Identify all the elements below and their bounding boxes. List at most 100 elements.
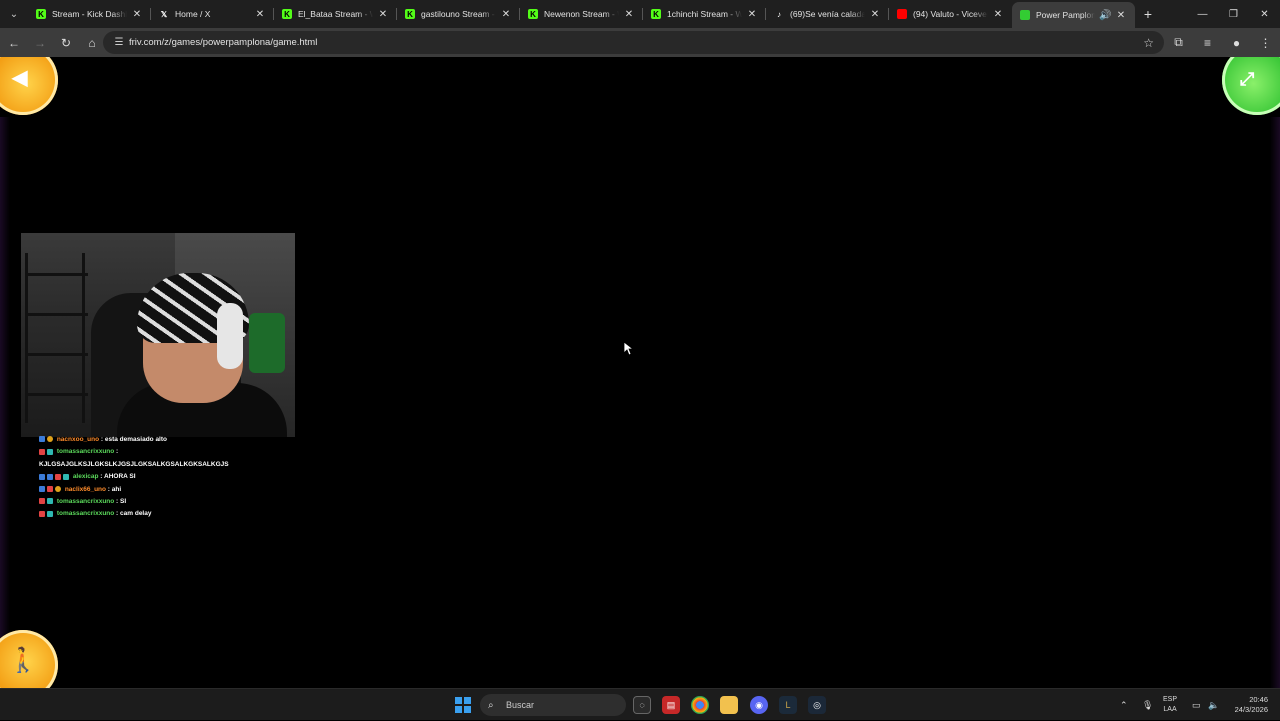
game-canvas[interactable]: ◀ ⤢ 🚶 nacnxoo_uno : esta demasiado alto … xyxy=(0,57,1280,688)
clock-time: 20:46 xyxy=(1249,695,1268,704)
close-icon[interactable]: ✕ xyxy=(500,9,512,20)
clock[interactable]: 20:46 24/3/2026 xyxy=(1224,695,1268,715)
badge-icon xyxy=(39,485,45,492)
badge-icon xyxy=(47,473,53,480)
close-icon[interactable]: ✕ xyxy=(746,9,758,20)
chat-text: AHORA SI xyxy=(104,473,136,481)
steam-icon[interactable]: ◎ xyxy=(808,696,826,714)
close-icon[interactable]: ✕ xyxy=(992,9,1004,20)
chat-text: ahi xyxy=(111,485,122,493)
cam-green-object xyxy=(249,313,285,373)
extensions-icon[interactable]: ⧉ xyxy=(1164,35,1193,50)
kick-icon: K xyxy=(405,9,415,19)
tab-title: (69)Se venía calada s xyxy=(790,9,865,19)
youtube-icon xyxy=(897,9,907,19)
close-icon[interactable]: ✕ xyxy=(131,9,143,20)
game-fullscreen-button[interactable]: ⤢ xyxy=(1222,57,1280,115)
league-icon[interactable]: L xyxy=(779,696,797,714)
tab-newenon[interactable]: K Newenon Stream - W ✕ xyxy=(520,0,643,28)
profile-icon[interactable]: ● xyxy=(1222,36,1251,50)
microphone-icon[interactable]: 🎙 xyxy=(1142,689,1153,721)
discord-icon[interactable]: ◉ xyxy=(750,696,768,714)
site-info-icon[interactable]: ☰ xyxy=(109,37,129,48)
language-indicator[interactable]: ESP LAA xyxy=(1163,695,1177,715)
restore-icon[interactable]: ❐ xyxy=(1218,0,1249,28)
tab-tiktok[interactable]: ♪ (69)Se venía calada s ✕ xyxy=(766,0,889,28)
tab-title: 1chinchi Stream - Wa xyxy=(667,9,742,19)
tab-title: gastilouno Stream - W xyxy=(421,9,496,19)
tab-gastilouno[interactable]: K gastilouno Stream - W ✕ xyxy=(397,0,520,28)
chat-message: KJLGSAJGLKSJLGKSLKJGSJLGKSALKGSALKGKSALK… xyxy=(39,459,299,471)
game-walkthrough-button[interactable]: 🚶 xyxy=(0,630,58,688)
chrome-icon[interactable] xyxy=(691,696,709,714)
kick-icon: K xyxy=(282,9,292,19)
speaker-icon[interactable]: 🔊 xyxy=(1099,10,1111,21)
search-placeholder: Buscar xyxy=(506,700,535,710)
chat-message: tomassancrixxuno : SI xyxy=(39,496,299,508)
search-icon: ⌕ xyxy=(488,699,494,711)
close-icon[interactable]: ✕ xyxy=(377,9,389,20)
network-icon[interactable]: ▭ xyxy=(1192,689,1201,721)
reading-list-icon[interactable]: ≡ xyxy=(1193,36,1222,50)
close-icon[interactable]: ✕ xyxy=(623,9,635,20)
menu-icon[interactable]: ⋮ xyxy=(1251,36,1280,50)
address-bar[interactable]: ☰ friv.com/z/games/powerpamplona/game.ht… xyxy=(103,31,1164,54)
tab-kick-dashboard[interactable]: K Stream - Kick Dashbo ✕ xyxy=(28,0,151,28)
tab-search-button[interactable]: ⌄ xyxy=(0,0,28,28)
left-edge-decoration xyxy=(0,117,10,688)
toolbar-right-icons: ⧉ ≡ ● ⋮ xyxy=(1164,28,1280,57)
tab-x-home[interactable]: 𝕏 Home / X ✕ xyxy=(151,0,274,28)
tab-youtube[interactable]: (94) Valuto - Vicevers ✕ xyxy=(889,0,1012,28)
badge-icon xyxy=(47,485,53,492)
chat-text: cam delay xyxy=(120,510,152,518)
arrow-left-icon: ◀ xyxy=(12,67,28,89)
chat-message: tomassancrixxuno : xyxy=(39,446,299,458)
kick-icon: K xyxy=(651,9,661,19)
cam-headset xyxy=(217,303,243,369)
tab-el-bataa[interactable]: K El_Bataa Stream - Wa ✕ xyxy=(274,0,397,28)
new-tab-button[interactable]: + xyxy=(1135,0,1161,28)
forward-button[interactable]: → xyxy=(28,31,52,55)
chat-username: tomassancrixxuno xyxy=(56,510,115,518)
chat-message: nacnxoo_uno : esta demasiado alto xyxy=(39,434,299,446)
tab-title: Stream - Kick Dashbo xyxy=(52,9,127,19)
reload-button[interactable]: ↻ xyxy=(54,31,78,55)
chat-text: KJLGSAJGLKSJLGKSLKJGSJLGKSALKGSALKGKSALK… xyxy=(39,460,229,468)
close-icon[interactable]: ✕ xyxy=(254,9,266,20)
chat-message: alexicap : AHORA SI xyxy=(39,471,299,483)
chat-username: tomassancrixxuno xyxy=(56,498,115,506)
windows-start-icon[interactable] xyxy=(455,697,471,713)
chat-username: alexicap xyxy=(72,473,99,481)
game-back-button[interactable]: ◀ xyxy=(0,57,58,115)
chat-username: tomassancrixxuno xyxy=(56,448,115,456)
taskbar-search[interactable]: ⌕ Buscar xyxy=(480,694,626,716)
bookmark-star-icon[interactable]: ☆ xyxy=(1143,36,1154,50)
close-icon[interactable]: ✕ xyxy=(1115,10,1127,21)
tab-power-pamplona[interactable]: Power Pamplona 🔊 ✕ xyxy=(1012,2,1135,28)
home-button[interactable]: ⌂ xyxy=(80,31,104,55)
tiktok-icon: ♪ xyxy=(777,9,781,19)
news-app-icon[interactable]: ▤ xyxy=(662,696,680,714)
file-explorer-icon[interactable] xyxy=(720,696,738,714)
tab-title: (94) Valuto - Vicevers xyxy=(913,9,988,19)
close-icon[interactable]: ✕ xyxy=(869,9,881,20)
chat-message: tomassancrixxuno : cam delay xyxy=(39,508,299,520)
lang-top: ESP xyxy=(1163,696,1178,703)
minimize-icon[interactable]: — xyxy=(1187,0,1218,28)
kick-icon: K xyxy=(528,9,538,19)
tab-1chinchi[interactable]: K 1chinchi Stream - Wa ✕ xyxy=(643,0,766,28)
badge-icon xyxy=(39,510,45,517)
close-window-icon[interactable]: ✕ xyxy=(1249,0,1280,28)
friv-icon xyxy=(1020,10,1030,20)
badge-icon xyxy=(47,498,53,505)
badge-icon xyxy=(55,485,61,492)
taskbar: ⌕ Buscar ◌ ▤ ◉ L ◎ ⌃ 🎙 ESP LAA ▭ 🔈 20:46… xyxy=(0,688,1280,720)
back-button[interactable]: ← xyxy=(2,31,26,55)
volume-icon[interactable]: 🔈 xyxy=(1208,689,1219,721)
webcam-overlay xyxy=(21,233,295,437)
walking-person-icon: 🚶 xyxy=(8,647,38,674)
badge-icon xyxy=(47,448,53,455)
copilot-icon[interactable]: ◌ xyxy=(633,696,651,714)
chat-overlay: nacnxoo_uno : esta demasiado alto tomass… xyxy=(39,434,299,521)
tray-chevron-icon[interactable]: ⌃ xyxy=(1120,689,1128,721)
